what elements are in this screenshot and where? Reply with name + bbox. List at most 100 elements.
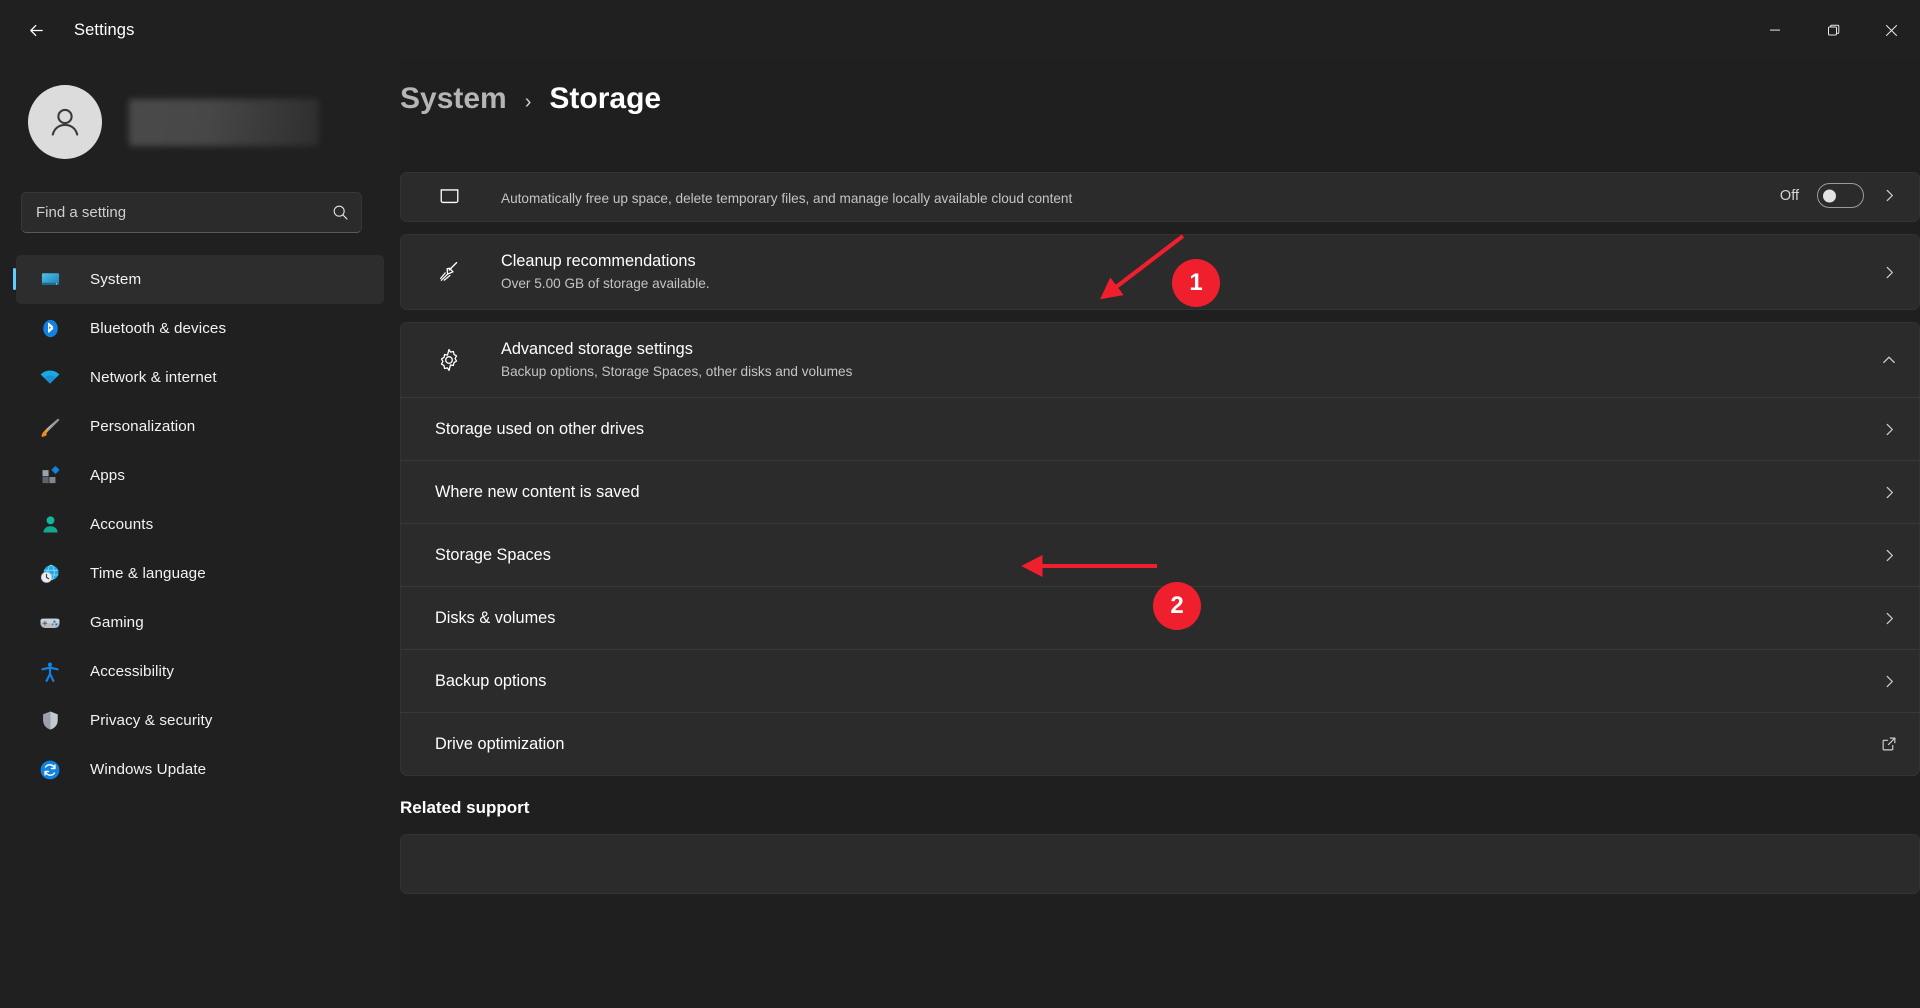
sidebar-item-accounts[interactable]: Accounts xyxy=(16,500,384,549)
subrow-backup-options[interactable]: Backup options xyxy=(401,649,1919,712)
sidebar-item-privacy-security[interactable]: Privacy & security xyxy=(16,696,384,745)
chevron-right-icon[interactable] xyxy=(1882,674,1897,689)
window-controls xyxy=(1746,0,1920,60)
gamepad-icon xyxy=(39,612,61,634)
refresh-circle-icon xyxy=(39,759,61,781)
sidebar-item-label: Accessibility xyxy=(90,663,175,680)
sidebar-item-time-language[interactable]: Time & language xyxy=(16,549,384,598)
globe-clock-icon xyxy=(39,563,61,585)
maximize-button[interactable] xyxy=(1804,0,1862,60)
breadcrumb: System › Storage xyxy=(400,60,1920,116)
advanced-storage-subtitle: Backup options, Storage Spaces, other di… xyxy=(501,364,853,380)
subrow-drive-optimization[interactable]: Drive optimization xyxy=(401,712,1919,775)
sidebar-item-system[interactable]: System xyxy=(13,255,384,304)
storage-sense-row[interactable]: Automatically free up space, delete temp… xyxy=(401,173,1919,221)
advanced-storage-settings-card: Advanced storage settings Backup options… xyxy=(400,322,1920,776)
sidebar-item-bluetooth-devices[interactable]: Bluetooth & devices xyxy=(16,304,384,353)
chevron-right-icon[interactable] xyxy=(1882,485,1897,500)
storage-sense-controls: Off xyxy=(1780,183,1897,208)
subrow-label: Drive optimization xyxy=(435,734,565,753)
related-support-card[interactable] xyxy=(400,834,1920,894)
chevron-right-icon[interactable] xyxy=(1882,548,1897,563)
sidebar-item-network-internet[interactable]: Network & internet xyxy=(16,353,384,402)
subrow-storage-spaces[interactable]: Storage Spaces xyxy=(401,523,1919,586)
chevron-up-icon[interactable] xyxy=(1881,352,1897,368)
paintbrush-icon xyxy=(39,416,61,438)
subrow-label: Backup options xyxy=(435,671,547,690)
gear-icon xyxy=(435,347,463,373)
sidebar-item-gaming[interactable]: Gaming xyxy=(16,598,384,647)
close-icon xyxy=(1885,24,1897,36)
person-icon xyxy=(39,514,61,536)
minimize-button[interactable] xyxy=(1746,0,1804,60)
search-box[interactable] xyxy=(21,192,362,233)
app-title: Settings xyxy=(74,20,135,39)
storage-sense-text: Automatically free up space, delete temp… xyxy=(501,187,1780,208)
subrow-label: Where new content is saved xyxy=(435,482,640,501)
sidebar-item-label: Gaming xyxy=(90,614,144,631)
storage-sense-icon xyxy=(435,183,463,208)
sidebar: System Bluetooth & devices Network & int… xyxy=(0,60,400,1008)
sidebar-item-apps[interactable]: Apps xyxy=(16,451,384,500)
accessibility-icon xyxy=(39,661,61,683)
avatar xyxy=(28,85,102,159)
page-title: Storage xyxy=(549,82,662,115)
sidebar-item-label: Accounts xyxy=(90,516,154,533)
minimize-icon xyxy=(1770,29,1780,31)
sidebar-item-personalization[interactable]: Personalization xyxy=(16,402,384,451)
account-section[interactable] xyxy=(0,74,400,170)
sidebar-item-windows-update[interactable]: Windows Update xyxy=(16,745,384,794)
maximize-icon xyxy=(1827,24,1839,35)
main-content: System › Storage Automatically free up s… xyxy=(400,60,1920,1008)
title-bar: Settings xyxy=(0,0,1920,60)
account-name-redacted xyxy=(129,98,319,146)
sidebar-item-label: Network & internet xyxy=(90,369,217,386)
bluetooth-icon xyxy=(39,318,61,340)
advanced-storage-settings-row[interactable]: Advanced storage settings Backup options… xyxy=(401,323,1919,397)
chevron-right-icon[interactable] xyxy=(1882,265,1897,280)
cleanup-recommendations-card[interactable]: Cleanup recommendations Over 5.00 GB of … xyxy=(400,234,1920,310)
subrow-where-new-content-is-saved[interactable]: Where new content is saved xyxy=(401,460,1919,523)
sidebar-item-label: Personalization xyxy=(90,418,196,435)
back-button[interactable] xyxy=(14,12,58,48)
sidebar-item-accessibility[interactable]: Accessibility xyxy=(16,647,384,696)
annotation-badge-2: 2 xyxy=(1153,582,1201,630)
close-button[interactable] xyxy=(1862,0,1920,60)
related-support-title: Related support xyxy=(400,798,530,817)
annotation-badge-1: 1 xyxy=(1172,259,1220,307)
storage-sense-toggle[interactable] xyxy=(1817,183,1864,208)
advanced-storage-title: Advanced storage settings xyxy=(501,340,693,359)
cleanup-controls xyxy=(1882,265,1897,280)
storage-sense-card[interactable]: Automatically free up space, delete temp… xyxy=(400,172,1920,222)
sidebar-item-label: Windows Update xyxy=(90,761,207,778)
subrow-label: Storage Spaces xyxy=(435,545,551,564)
broom-icon xyxy=(435,259,463,285)
subrow-storage-used-on-other-drives[interactable]: Storage used on other drives xyxy=(401,397,1919,460)
storage-sense-subtitle: Automatically free up space, delete temp… xyxy=(501,190,1073,206)
search-input[interactable] xyxy=(36,204,332,221)
cleanup-recommendations-row[interactable]: Cleanup recommendations Over 5.00 GB of … xyxy=(401,235,1919,309)
subrow-label: Storage used on other drives xyxy=(435,419,645,438)
advanced-storage-text: Advanced storage settings Backup options… xyxy=(501,338,1881,381)
back-arrow-icon xyxy=(29,24,43,36)
person-avatar-icon xyxy=(51,108,79,136)
breadcrumb-parent[interactable]: System xyxy=(400,82,507,116)
sidebar-item-label: Privacy & security xyxy=(90,712,213,729)
sidebar-item-label: Bluetooth & devices xyxy=(90,320,227,337)
sidebar-item-label: Time & language xyxy=(90,565,206,582)
system-monitor-icon xyxy=(39,269,61,291)
search-icon xyxy=(332,204,349,221)
chevron-right-icon[interactable] xyxy=(1882,422,1897,437)
external-link-icon[interactable] xyxy=(1881,736,1897,752)
breadcrumb-separator: › xyxy=(524,91,532,113)
chevron-right-icon[interactable] xyxy=(1882,188,1897,203)
storage-sense-toggle-label: Off xyxy=(1779,187,1799,204)
apps-squares-icon xyxy=(39,465,61,487)
shield-icon xyxy=(39,710,61,732)
sidebar-item-label: System xyxy=(90,271,142,288)
sidebar-nav: System Bluetooth & devices Network & int… xyxy=(0,255,400,794)
advanced-storage-controls xyxy=(1881,352,1897,368)
chevron-right-icon[interactable] xyxy=(1882,611,1897,626)
wifi-icon xyxy=(39,367,61,389)
sidebar-item-label: Apps xyxy=(90,467,126,484)
